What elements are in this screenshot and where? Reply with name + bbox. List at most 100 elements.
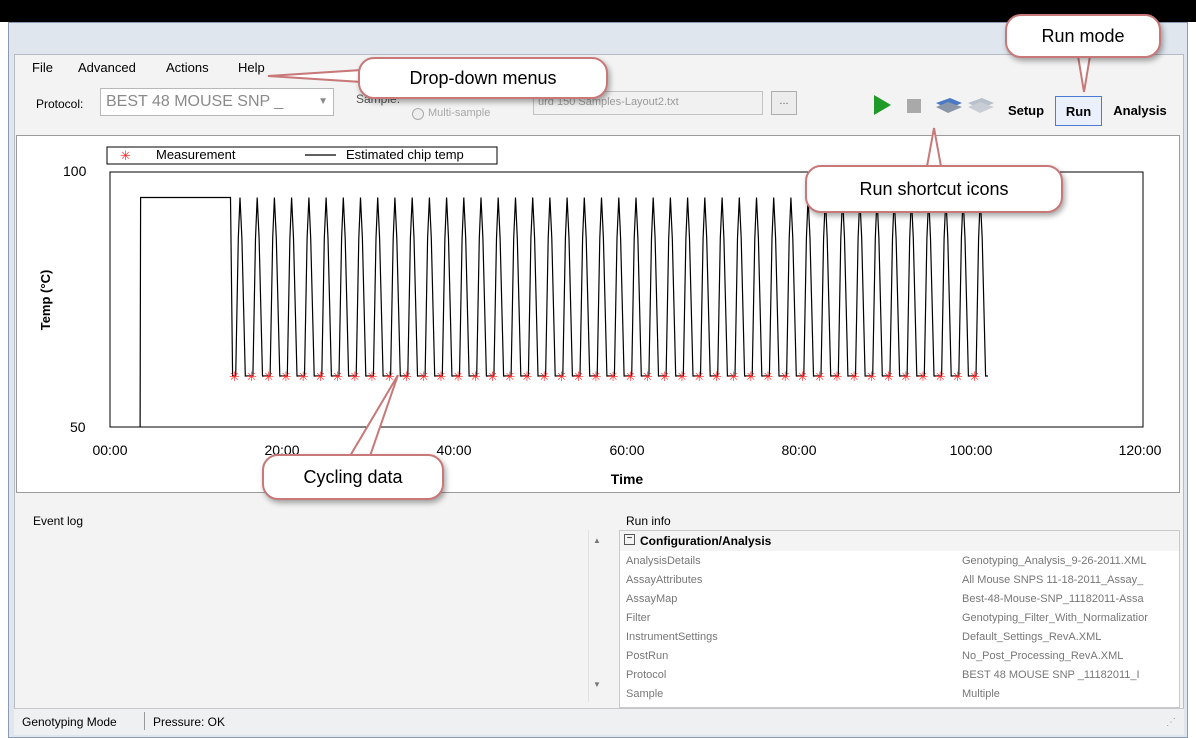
measurement-point: ✳ <box>281 369 292 384</box>
x-tick-0: 00:00 <box>92 442 127 458</box>
measurement-point: ✳ <box>470 369 481 384</box>
multi-sample-label: Multi-sample <box>428 107 491 119</box>
measurement-point: ✳ <box>332 369 343 384</box>
measurement-point: ✳ <box>745 369 756 384</box>
status-divider <box>144 712 145 730</box>
measurement-point: ✳ <box>814 369 825 384</box>
measurement-point: ✳ <box>952 369 963 384</box>
x-tick-80: 80:00 <box>781 442 816 458</box>
menu-file[interactable]: File <box>32 60 53 75</box>
setup-mode-button[interactable]: Setup <box>1000 96 1052 126</box>
protocol-value: BEST 48 MOUSE SNP _ <box>106 93 284 110</box>
stop-icon[interactable] <box>906 98 922 114</box>
measurement-point: ✳ <box>625 369 636 384</box>
load-chip-icon[interactable] <box>934 95 964 115</box>
y-axis-label: Temp (°C) <box>38 270 53 331</box>
legend-estimated-label: Estimated chip temp <box>346 147 464 162</box>
chevron-down-icon: ▼ <box>318 96 328 107</box>
event-log-panel <box>17 530 609 702</box>
run-info-row[interactable]: Protocol BEST 48 MOUSE SNP _11182011_I <box>620 666 1179 685</box>
measurement-point: ✳ <box>590 369 601 384</box>
shortcuts-callout: Run shortcut icons <box>805 165 1063 213</box>
measurement-point: ✳ <box>711 369 722 384</box>
measurement-point: ✳ <box>298 369 309 384</box>
measurement-point: ✳ <box>780 369 791 384</box>
collapse-icon[interactable]: − <box>624 534 635 545</box>
measurement-point: ✳ <box>918 369 929 384</box>
run-info-panel: − Configuration/Analysis AnalysisDetails… <box>619 530 1180 708</box>
scroll-down-icon[interactable]: ▼ <box>593 680 601 689</box>
run-info-row[interactable]: PostRun No_Post_Processing_RevA.XML <box>620 647 1179 666</box>
play-icon[interactable] <box>872 94 892 116</box>
measurement-point: ✳ <box>556 369 567 384</box>
measurement-point: ✳ <box>694 369 705 384</box>
run-info-row[interactable]: AssayMap Best-48-Mouse-SNP_11182011-Assa <box>620 590 1179 609</box>
event-log-scrollbar[interactable]: ▲ ▼ <box>588 530 607 702</box>
eject-chip-icon[interactable] <box>966 95 996 115</box>
x-tick-120: 120:00 <box>1119 442 1162 458</box>
measurement-point: ✳ <box>659 369 670 384</box>
menu-help[interactable]: Help <box>238 60 265 75</box>
measurement-point: ✳ <box>453 369 464 384</box>
y-tick-100: 100 <box>63 163 87 179</box>
multi-sample-radio[interactable] <box>412 108 424 120</box>
cycling-callout: Cycling data <box>262 454 444 500</box>
resize-grip-icon[interactable]: ⋰ <box>1166 717 1176 728</box>
run-mode-callout: Run mode <box>1005 14 1161 58</box>
measurement-point: ✳ <box>263 369 274 384</box>
run-info-section-title: Configuration/Analysis <box>640 534 772 548</box>
measurement-point: ✳ <box>866 369 877 384</box>
measurement-point: ✳ <box>349 369 360 384</box>
measurement-point: ✳ <box>401 369 412 384</box>
measurement-point: ✳ <box>504 369 515 384</box>
status-pressure: Pressure: OK <box>153 715 226 729</box>
status-bar: Genotyping Mode Pressure: OK ⋰ <box>14 708 1184 735</box>
measurement-point: ✳ <box>522 369 533 384</box>
run-info-row[interactable]: Filter Genotyping_Filter_With_Normalizati… <box>620 609 1179 628</box>
menus-callout: Drop-down menus <box>358 57 608 99</box>
measurement-point: ✳ <box>246 369 257 384</box>
measurement-point: ✳ <box>608 369 619 384</box>
run-info-row[interactable]: Sample Multiple <box>620 685 1179 704</box>
run-info-label: Run info <box>626 514 671 528</box>
y-tick-50: 50 <box>70 419 86 435</box>
analysis-mode-button[interactable]: Analysis <box>1104 96 1176 126</box>
measurement-point: ✳ <box>315 369 326 384</box>
measurement-point: ✳ <box>367 369 378 384</box>
measurement-point: ✳ <box>831 369 842 384</box>
protocol-label: Protocol: <box>36 97 84 111</box>
x-axis-label: Time <box>611 471 644 487</box>
measurement-point: ✳ <box>435 369 446 384</box>
legend-measurement-marker: ✳ <box>120 148 131 163</box>
protocol-dropdown[interactable]: BEST 48 MOUSE SNP _ ▼ <box>100 88 334 116</box>
legend-measurement-label: Measurement <box>156 147 236 162</box>
measurement-point: ✳ <box>573 369 584 384</box>
measurement-point: ✳ <box>849 369 860 384</box>
event-log-label: Event log <box>33 514 84 528</box>
status-mode: Genotyping Mode <box>22 715 117 729</box>
measurement-point: ✳ <box>883 369 894 384</box>
x-tick-100: 100:00 <box>950 442 993 458</box>
scroll-up-icon[interactable]: ▲ <box>593 536 601 545</box>
run-info-row[interactable]: AnalysisDetails Genotyping_Analysis_9-26-… <box>620 552 1179 571</box>
x-tick-60: 60:00 <box>609 442 644 458</box>
measurement-point: ✳ <box>487 369 498 384</box>
menu-actions[interactable]: Actions <box>166 60 209 75</box>
measurement-point: ✳ <box>797 369 808 384</box>
measurement-point: ✳ <box>969 369 980 384</box>
measurement-point: ✳ <box>384 369 395 384</box>
measurement-point: ✳ <box>539 369 550 384</box>
run-info-section-header[interactable]: − Configuration/Analysis <box>620 531 1179 551</box>
menu-advanced[interactable]: Advanced <box>78 60 136 75</box>
measurement-point: ✳ <box>229 369 240 384</box>
x-tick-40: 40:00 <box>436 442 471 458</box>
measurement-point: ✳ <box>935 369 946 384</box>
browse-button[interactable]: ... <box>771 91 797 115</box>
measurement-point: ✳ <box>900 369 911 384</box>
measurement-point: ✳ <box>763 369 774 384</box>
run-info-row[interactable]: InstrumentSettings Default_Settings_RevA.… <box>620 628 1179 647</box>
run-mode-button[interactable]: Run <box>1055 96 1102 126</box>
run-info-row[interactable]: AssayAttributes All Mouse SNPS 11-18-2011… <box>620 571 1179 590</box>
measurement-point: ✳ <box>728 369 739 384</box>
measurement-point: ✳ <box>642 369 653 384</box>
